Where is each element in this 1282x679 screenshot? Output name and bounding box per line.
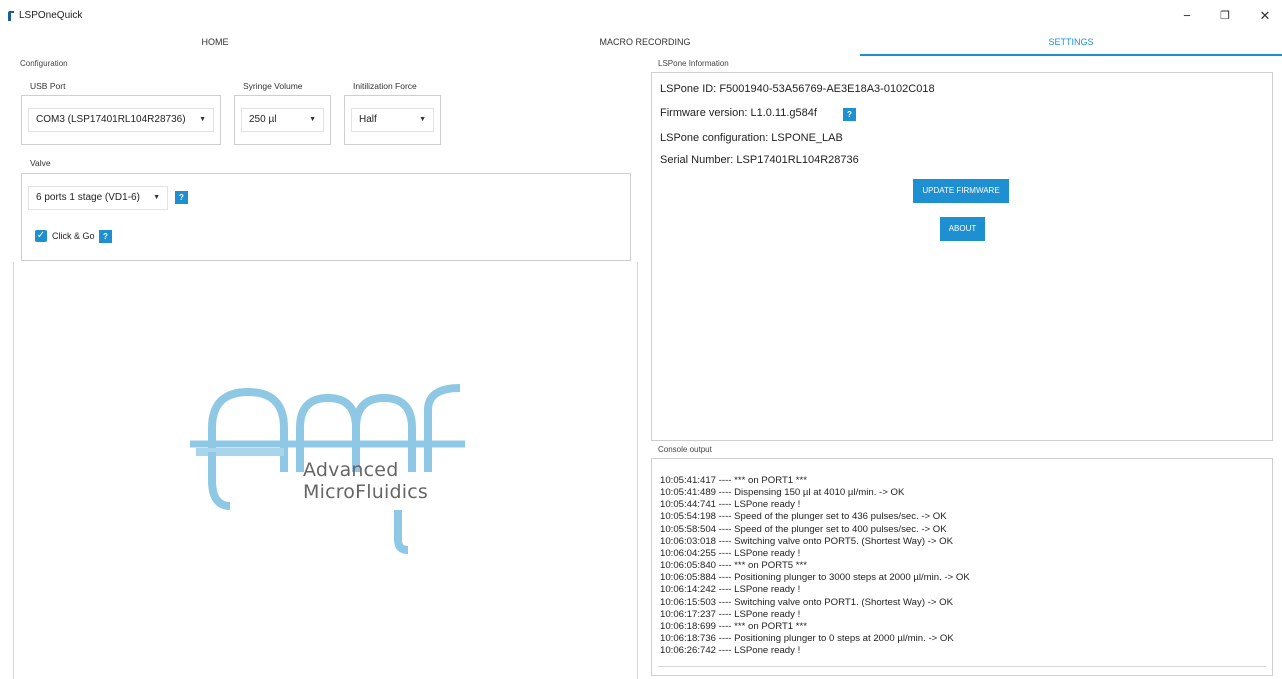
console-line: 10:05:54:198 ---- Speed of the plunger s…: [660, 511, 947, 523]
chevron-down-icon: ▼: [419, 116, 426, 123]
valve-select[interactable]: 6 ports 1 stage (VD1-6) ▼: [28, 186, 168, 210]
console-line: 10:06:18:736 ---- Positioning plunger to…: [660, 633, 954, 645]
usb-port-value: COM3 (LSP17401RL104R28736): [36, 114, 186, 125]
valve-group: 6 ports 1 stage (VD1-6) ▼ ? ✓ Click & Go…: [21, 173, 631, 261]
left-divider: [13, 262, 14, 679]
console-line: 10:06:26:742 ---- LSPone ready !: [660, 645, 801, 657]
tab-macro-recording[interactable]: MACRO RECORDING: [430, 32, 860, 56]
title-bar: LSPOneQuick − ❐ ✕: [0, 0, 1282, 32]
syringe-volume-select[interactable]: 250 µl ▼: [241, 108, 324, 132]
valve-label: Valve: [30, 158, 51, 168]
click-go-help-icon[interactable]: ?: [99, 230, 112, 243]
middle-divider: [637, 262, 638, 679]
lspone-configuration: LSPone configuration: LSPONE_LAB: [660, 132, 843, 144]
console-line: 10:06:17:237 ---- LSPone ready !: [660, 608, 801, 620]
logo-line-1: Advanced: [303, 459, 399, 481]
configuration-title: Configuration: [20, 59, 68, 68]
serial-number: Serial Number: LSP17401RL104R28736: [660, 154, 859, 166]
maximize-button[interactable]: ❐: [1210, 6, 1240, 26]
console-line: 10:05:41:417 ---- *** on PORT1 ***: [660, 475, 808, 486]
syringe-volume-label: Syringe Volume: [243, 81, 303, 91]
console-output[interactable]: 10:05:41:417 ---- *** on PORT1 *** 10:05:…: [651, 458, 1273, 676]
app-icon: [8, 11, 14, 21]
firmware-help-icon[interactable]: ?: [843, 108, 856, 121]
init-force-label: Initilization Force: [353, 81, 417, 91]
chevron-down-icon: ▼: [309, 116, 316, 123]
firmware-version: Firmware version: L1.0.11.g584f: [660, 107, 817, 119]
close-button[interactable]: ✕: [1250, 6, 1280, 26]
init-force-group: Half ▼: [344, 95, 441, 145]
tab-home[interactable]: HOME: [0, 32, 430, 56]
init-force-value: Half: [359, 114, 377, 125]
console-line: 10:06:04:255 ---- LSPone ready !: [660, 547, 801, 559]
click-go-checkbox[interactable]: ✓: [35, 230, 47, 242]
about-button[interactable]: ABOUT: [940, 217, 985, 241]
lspone-info-title: LSPone Information: [658, 59, 729, 68]
usb-port-label: USB Port: [30, 81, 66, 91]
amf-logo: Advanced MicroFluidics: [190, 380, 465, 555]
valve-help-icon[interactable]: ?: [175, 191, 188, 204]
console-lines: 10:05:41:417 ---- *** on PORT1 *** 10:05:…: [660, 475, 970, 657]
console-title: Console output: [658, 445, 712, 454]
console-line: 10:05:58:504 ---- Speed of the plunger s…: [660, 523, 947, 535]
window-title: LSPOneQuick: [19, 10, 83, 21]
minimize-button[interactable]: −: [1172, 6, 1202, 26]
console-line: 10:06:14:242 ---- LSPone ready !: [660, 584, 801, 596]
chevron-down-icon: ▼: [153, 194, 160, 201]
logo-line-2: MicroFluidics: [303, 481, 428, 503]
console-line: 10:06:05:840 ---- *** on PORT5 ***: [660, 560, 808, 572]
usb-port-select[interactable]: COM3 (LSP17401RL104R28736) ▼: [28, 108, 214, 132]
tab-settings[interactable]: SETTINGS: [860, 32, 1282, 56]
chevron-down-icon: ▼: [199, 116, 206, 123]
console-divider: [658, 666, 1266, 667]
lspone-id: LSPone ID: F5001940-53A56769-AE3E18A3-01…: [660, 83, 935, 95]
lspone-info-panel: [651, 72, 1273, 441]
update-firmware-button[interactable]: UPDATE FIRMWARE: [913, 179, 1009, 203]
usb-port-group: COM3 (LSP17401RL104R28736) ▼: [21, 95, 221, 145]
syringe-volume-group: 250 µl ▼: [234, 95, 331, 145]
click-go-label: Click & Go: [52, 231, 95, 241]
console-line: 10:06:03:018 ---- Switching valve onto P…: [660, 535, 953, 547]
valve-value: 6 ports 1 stage (VD1-6): [36, 192, 140, 203]
console-line: 10:05:44:741 ---- LSPone ready !: [660, 499, 801, 511]
console-line: 10:06:15:503 ---- Switching valve onto P…: [660, 596, 953, 608]
console-line: 10:05:41:489 ---- Dispensing 150 µl at 4…: [660, 487, 905, 499]
tab-bar: HOME MACRO RECORDING SETTINGS: [0, 32, 1282, 56]
console-line: 10:06:18:699 ---- *** on PORT1 ***: [660, 620, 808, 632]
console-line: 10:06:05:884 ---- Positioning plunger to…: [660, 572, 970, 584]
syringe-volume-value: 250 µl: [249, 114, 277, 125]
init-force-select[interactable]: Half ▼: [351, 108, 434, 132]
